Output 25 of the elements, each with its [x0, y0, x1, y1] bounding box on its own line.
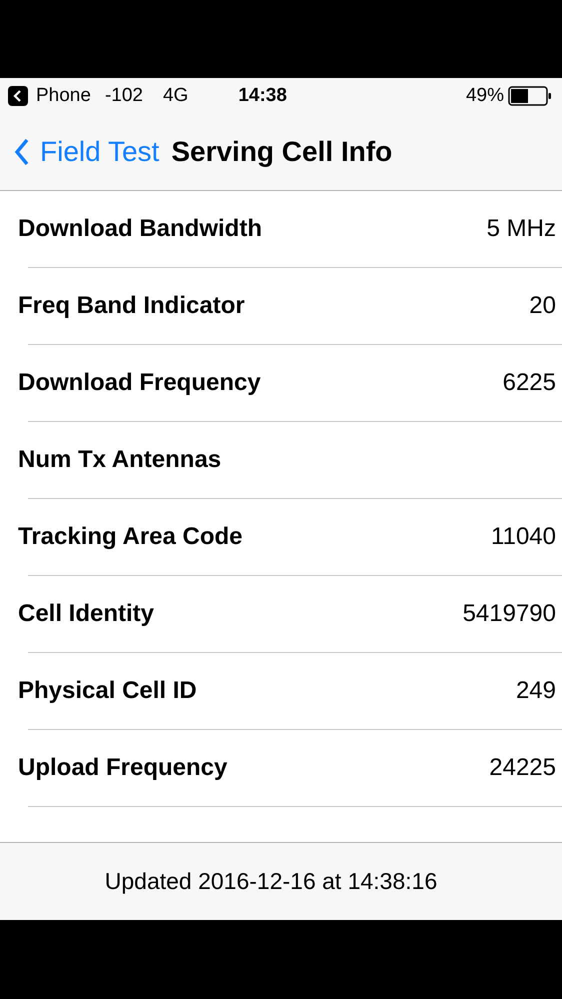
row-value: 11040 [491, 523, 556, 551]
clock-time: 14:38 [238, 85, 287, 107]
row-label: Cell Identity [18, 600, 154, 628]
signal-strength: -102 [104, 85, 143, 107]
row-label: Download Bandwidth [18, 215, 262, 243]
row-value: 5 MHz [486, 215, 556, 243]
row-label: Physical Cell ID [18, 677, 197, 705]
row-label: Download Frequency [18, 369, 261, 397]
row-value: 6225 [502, 369, 556, 397]
back-app-label[interactable]: Phone [36, 85, 91, 107]
chevron-left-icon[interactable] [14, 137, 30, 167]
updated-timestamp: Updated 2016-12-16 at 14:38:16 [104, 868, 438, 895]
battery-icon [508, 86, 552, 106]
row-value: 24225 [489, 754, 556, 782]
row-label: Tracking Area Code [18, 523, 243, 551]
battery-percent: 49% [466, 85, 504, 107]
row-value: 20 [529, 292, 556, 320]
row-value: 5419790 [462, 600, 556, 628]
row-value: 249 [516, 677, 556, 705]
row-label: Num Tx Antennas [18, 446, 222, 474]
row-label: Freq Band Indicator [18, 292, 245, 320]
screen-title: Serving Cell Info [171, 136, 392, 168]
back-button[interactable]: Field Test [14, 136, 160, 168]
row-label: Upload Frequency [18, 754, 228, 782]
network-type: 4G [162, 85, 188, 107]
